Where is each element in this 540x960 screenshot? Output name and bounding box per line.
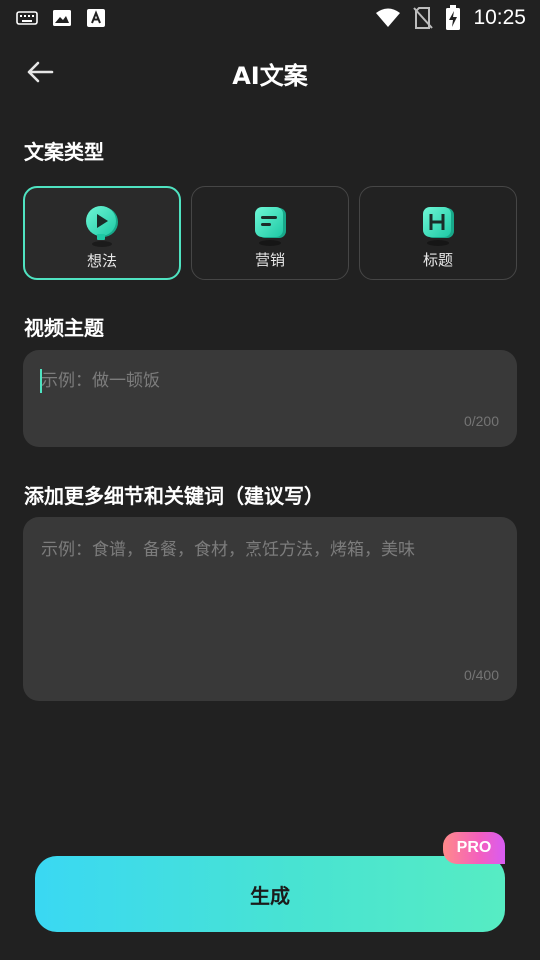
- status-bar-right: 10:25: [375, 5, 526, 31]
- no-sim-icon: [413, 7, 434, 29]
- video-topic-counter: 0/200: [463, 413, 499, 429]
- type-option-label: 营销: [254, 251, 285, 269]
- video-topic-label: 视频主题: [24, 316, 104, 340]
- status-time: 10:25: [473, 6, 526, 29]
- type-option-idea[interactable]: 想法: [23, 186, 181, 280]
- title-h-icon: [418, 203, 458, 246]
- details-counter: 0/400: [463, 667, 499, 683]
- status-bar-left: [16, 8, 106, 28]
- font-icon: [87, 9, 105, 27]
- marketing-card-icon: [250, 203, 290, 246]
- text-cursor: [40, 369, 42, 393]
- generate-label: 生成: [250, 883, 290, 908]
- wifi-icon: [376, 8, 401, 27]
- details-label: 添加更多细节和关键词（建议写）: [24, 484, 324, 508]
- generate-button[interactable]: 生成: [35, 856, 505, 932]
- header: AI文案: [0, 44, 540, 100]
- type-option-title[interactable]: 标题: [359, 186, 517, 280]
- image-icon: [53, 10, 71, 26]
- video-topic-input[interactable]: [41, 368, 499, 394]
- video-topic-field[interactable]: 0/200: [23, 350, 517, 447]
- copy-type-options: 想法 营销 标题: [23, 186, 517, 280]
- type-option-label: 想法: [86, 252, 117, 270]
- copy-type-label: 文案类型: [24, 140, 104, 164]
- type-option-marketing[interactable]: 营销: [191, 186, 349, 280]
- idea-play-icon: [82, 204, 122, 247]
- details-field[interactable]: 0/400: [23, 517, 517, 701]
- keyboard-icon: [16, 11, 38, 25]
- pro-badge: PRO: [443, 832, 505, 864]
- page-title: AI文案: [232, 62, 308, 90]
- battery-charging-icon: [446, 5, 461, 30]
- type-option-label: 标题: [422, 251, 453, 269]
- status-bar: 10:25: [0, 0, 540, 36]
- details-input[interactable]: [41, 535, 499, 655]
